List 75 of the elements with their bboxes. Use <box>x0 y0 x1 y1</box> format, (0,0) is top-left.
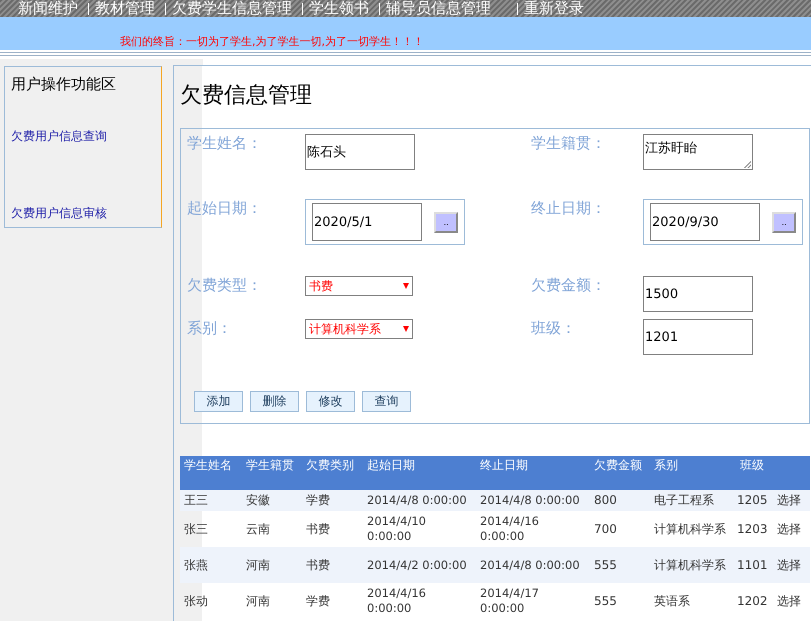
field-label: 欠费金额： <box>531 276 607 295</box>
table-cell: 电子工程系 <box>654 493 714 507</box>
form-button[interactable]: 查询 <box>362 391 411 412</box>
sidebar-title: 用户操作功能区 <box>11 75 117 94</box>
field-label: 欠费类型： <box>187 276 263 295</box>
table-cell: 2014/4/2 0:00:00 <box>367 558 467 572</box>
table-cell: 800 <box>594 493 617 507</box>
table-cell: 王三 <box>184 493 208 507</box>
table-cell: 云南 <box>246 522 270 536</box>
form-button[interactable]: 修改 <box>306 391 355 412</box>
table-cell: 学费 <box>306 493 330 507</box>
input-field[interactable]: 1201 <box>643 319 753 355</box>
select-link[interactable]: 选择 <box>777 594 801 608</box>
field-label: 系别： <box>187 319 233 338</box>
nav-link[interactable]: 欠费学生信息管理 <box>172 0 292 17</box>
table-cell: 2014/4/17 0:00:00 <box>480 586 539 615</box>
table-cell: 安徽 <box>246 493 270 507</box>
field-label: 起始日期： <box>187 199 263 218</box>
table-cell: 555 <box>594 558 617 572</box>
text-area[interactable]: 江苏盱眙 <box>643 134 753 170</box>
table-cell: 2014/4/8 0:00:00 <box>480 558 580 572</box>
table-cell: 张三 <box>184 522 208 536</box>
table-cell: 1101 <box>737 558 768 572</box>
sidebar-link[interactable]: 欠费用户信息审核 <box>11 205 161 222</box>
page-title: 欠费信息管理 <box>180 82 313 110</box>
column-header: 系别 <box>650 456 736 490</box>
table-cell: 700 <box>594 522 617 536</box>
column-header: 学生籍贯 <box>242 456 302 490</box>
table-cell: 张燕 <box>184 558 208 572</box>
column-header: 欠费类别 <box>302 456 363 490</box>
column-header: 学生姓名 <box>180 456 242 490</box>
table-cell: 2014/4/10 0:00:00 <box>367 514 426 543</box>
table-cell: 2014/4/16 0:00:00 <box>480 514 539 543</box>
field-label: 学生籍贯： <box>531 134 607 153</box>
table-cell: 1202 <box>737 594 768 608</box>
table-cell: 河南 <box>246 558 270 572</box>
table-cell: 1205 <box>737 493 768 507</box>
table-cell: 书费 <box>306 522 330 536</box>
nav-link[interactable]: 新闻维护 <box>18 0 78 17</box>
sidebar-link[interactable]: 欠费用户信息查询 <box>11 128 161 145</box>
field-label: 班级： <box>531 319 577 338</box>
form-button[interactable]: 删除 <box>250 391 299 412</box>
table-cell: 2014/4/8 0:00:00 <box>367 493 467 507</box>
field-label: 学生姓名： <box>187 134 263 153</box>
nav-link[interactable]: 重新登录 <box>524 0 584 17</box>
select-link[interactable]: 选择 <box>777 522 801 536</box>
field-label: 终止日期： <box>531 199 607 218</box>
date-picker-button[interactable]: .. <box>434 212 458 232</box>
table-cell: 2014/4/8 0:00:00 <box>480 493 580 507</box>
dropdown-arrow-icon <box>403 326 409 332</box>
table-cell: 555 <box>594 594 617 608</box>
date-field[interactable]: 2020/5/1 <box>312 203 422 241</box>
column-header: 终止日期 <box>476 456 590 490</box>
table-cell: 张动 <box>184 594 208 608</box>
date-picker-button[interactable]: .. <box>772 212 796 232</box>
dropdown[interactable]: 计算机科学系 <box>305 319 413 339</box>
table-cell: 学费 <box>306 594 330 608</box>
slogan: 我们的终旨：一切为了学生,为了学生一切,为了一切学生！！！ <box>120 34 424 49</box>
form-button[interactable]: 添加 <box>194 391 243 412</box>
dropdown-arrow-icon <box>403 283 409 289</box>
table-cell: 计算机科学系 <box>654 522 726 536</box>
date-field[interactable]: 2020/9/30 <box>650 203 760 241</box>
column-header: 起始日期 <box>363 456 476 490</box>
table-cell: 计算机科学系 <box>654 558 726 572</box>
input-field[interactable]: 陈石头 <box>305 134 415 170</box>
input-field[interactable]: 1500 <box>643 276 753 312</box>
column-header: 班级 <box>736 456 776 490</box>
table-cell: 1203 <box>737 522 768 536</box>
table-cell: 河南 <box>246 594 270 608</box>
nav-link[interactable]: 教材管理 <box>95 0 155 17</box>
table-cell: 书费 <box>306 558 330 572</box>
table-cell: 2014/4/16 0:00:00 <box>367 586 426 615</box>
column-header: 欠费金额 <box>590 456 650 490</box>
table-cell: 英语系 <box>654 594 690 608</box>
dropdown[interactable]: 书费 <box>305 276 413 296</box>
